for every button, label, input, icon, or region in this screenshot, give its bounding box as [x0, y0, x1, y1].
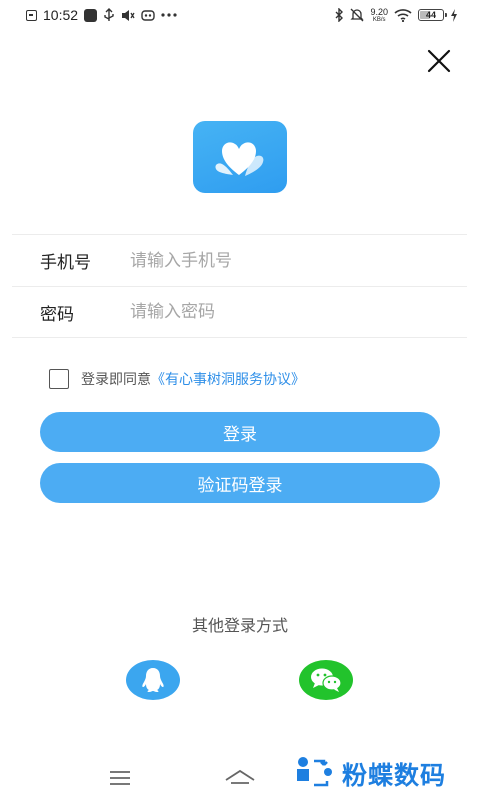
- net-speed: 9.20 KB/s: [370, 6, 388, 23]
- agreement-row: 登录即同意 《有心事树洞服务协议》: [49, 369, 305, 389]
- watermark: 粉蝶数码: [294, 754, 446, 794]
- wifi-icon: [394, 8, 412, 22]
- sim-card-icon: [26, 9, 37, 21]
- qq-icon: [142, 668, 164, 692]
- alarm-off-icon: [350, 8, 365, 22]
- menu-icon: [110, 771, 130, 785]
- home-icon: [225, 769, 255, 784]
- status-time: 10:52: [43, 7, 79, 23]
- status-left: 10:52: [26, 7, 177, 23]
- app-logo: [193, 121, 287, 193]
- robot-icon: [141, 9, 155, 21]
- agreement-checkbox[interactable]: [49, 369, 69, 389]
- qq-login-button[interactable]: [126, 660, 180, 700]
- bluetooth-icon: [334, 8, 344, 22]
- charging-icon: [450, 8, 458, 22]
- close-button[interactable]: [424, 46, 454, 76]
- nav-home-button[interactable]: [222, 766, 258, 790]
- mute-vibrate-icon: [121, 9, 135, 22]
- wechat-icon: [311, 668, 342, 692]
- password-label: 密码: [40, 304, 74, 325]
- password-row: 密码: [12, 286, 467, 338]
- phone-label: 手机号: [40, 253, 91, 273]
- other-login-title: 其他登录方式: [191, 616, 288, 635]
- phone-input[interactable]: [130, 250, 430, 271]
- wechat-login-button[interactable]: [299, 660, 353, 700]
- battery-icon: 44: [418, 9, 447, 21]
- close-icon: [427, 49, 451, 73]
- nav-menu-button[interactable]: [102, 766, 138, 790]
- net-speed-unit: KB/s: [372, 16, 386, 23]
- agreement-link[interactable]: 《有心事树洞服务协议》: [151, 369, 305, 389]
- password-input[interactable]: [130, 302, 430, 322]
- sms-login-button[interactable]: 验证码登录: [40, 463, 440, 503]
- more-notifications-icon: [161, 13, 177, 17]
- login-button[interactable]: 登录: [40, 412, 440, 452]
- butterfly-heart-icon: [215, 142, 264, 176]
- watermark-text: 粉蝶数码: [342, 761, 447, 790]
- app-notification-icon: [84, 8, 98, 22]
- status-right: 9.20 KB/s 44: [334, 6, 458, 23]
- battery-level: 44: [425, 10, 436, 20]
- phone-row: 手机号: [12, 234, 467, 286]
- agreement-prefix: 登录即同意: [81, 372, 151, 388]
- status-bar: 10:52 9.20 KB/s 44: [0, 0, 480, 30]
- net-speed-value: 9.20: [370, 6, 388, 17]
- usb-icon: [103, 8, 115, 22]
- watermark-logo-icon: [297, 757, 332, 787]
